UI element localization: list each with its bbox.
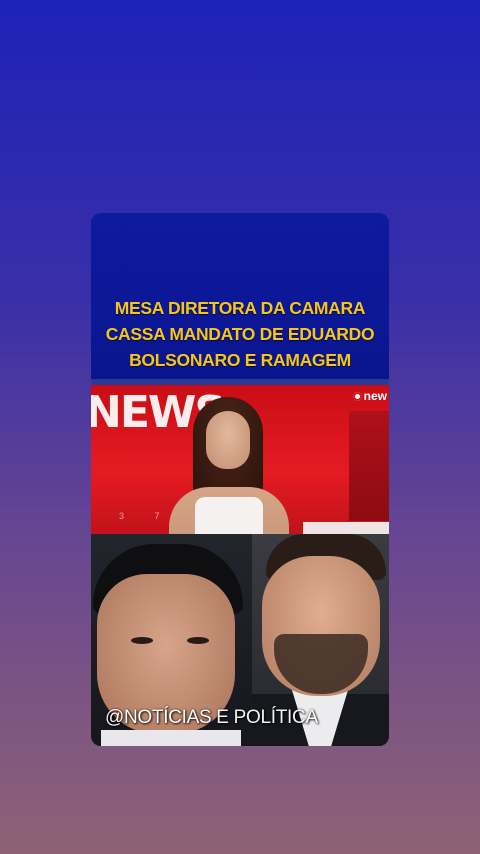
broadcast-top-bar xyxy=(91,379,389,385)
channel-logo-text: new xyxy=(363,389,387,403)
watermark-handle: @NOTÍCIAS E POLÍTICA xyxy=(105,707,318,728)
globo-circle-icon xyxy=(352,391,362,401)
channel-logo: new xyxy=(352,389,387,403)
headline-text: MESA DIRETORA DA CAMARA CASSA MANDATO DE… xyxy=(91,295,389,373)
headline-line-3: BOLSONARO E RAMAGEM xyxy=(129,350,351,370)
post-card[interactable]: MESA DIRETORA DA CAMARA CASSA MANDATO DE… xyxy=(91,213,389,746)
studio-panel xyxy=(349,411,389,521)
headline-line-2: CASSA MANDATO DE EDUARDO xyxy=(105,324,375,344)
news-anchor-image xyxy=(161,397,311,534)
headline-banner: MESA DIRETORA DA CAMARA CASSA MANDATO DE… xyxy=(91,213,389,379)
news-broadcast-frame: NEWS new 3 7 8 xyxy=(91,379,389,534)
anchor-desk xyxy=(303,522,389,534)
headline-line-1: MESA DIRETORA DA CAMARA xyxy=(114,298,366,318)
